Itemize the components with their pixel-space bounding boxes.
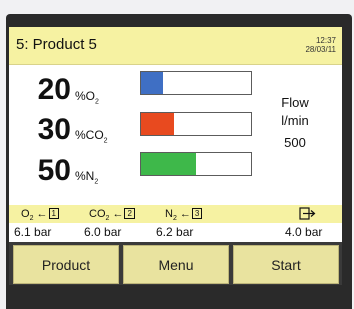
n2-value: 50 [37, 154, 71, 187]
pressure-outlet: 4.0 bar [285, 225, 323, 239]
date-label: 28/03/11 [305, 45, 336, 54]
pressure-o2: 6.1 bar [14, 225, 52, 239]
port-n2: N2 ← 3 [165, 208, 203, 225]
time-label: 12:37 [315, 36, 336, 45]
port-o2: O2 ← 1 [21, 208, 59, 225]
start-button[interactable]: Start [233, 245, 339, 284]
port-number-box: 1 [48, 208, 59, 219]
n2-level-fill [141, 153, 196, 175]
n2-unit: %N2 [75, 169, 99, 186]
datetime: 12:37 28/03/11 [305, 36, 336, 54]
product-button[interactable]: Product [13, 245, 119, 284]
arrow-left-icon: ← [109, 208, 124, 220]
display-screen: 5: Product 5 12:37 28/03/11 20 %O2 30 %C… [9, 27, 342, 285]
o2-level-fill [141, 72, 163, 94]
pressure-co2: 6.0 bar [84, 225, 122, 239]
pressure-n2: 6.2 bar [156, 225, 194, 239]
co2-value: 30 [37, 113, 71, 146]
product-title: 5: Product 5 [16, 36, 97, 53]
port-co2: CO2 ← 2 [89, 208, 135, 225]
n2-level-bar [140, 152, 252, 176]
port-number-box: 3 [191, 208, 203, 219]
co2-unit: %CO2 [75, 128, 108, 145]
outlet-icon [299, 207, 317, 223]
port-number-box: 2 [124, 208, 135, 219]
co2-level-fill [141, 113, 174, 135]
o2-unit: %O2 [75, 89, 99, 106]
flow-value: 500 [284, 135, 306, 150]
o2-level-bar [140, 71, 252, 95]
flow-label: Flow [281, 95, 309, 110]
o2-value: 20 [37, 73, 71, 106]
arrow-left-icon: ← [176, 208, 191, 220]
co2-level-bar [140, 112, 252, 136]
outlet-arrow-icon [299, 207, 316, 220]
menu-button[interactable]: Menu [123, 245, 229, 284]
arrow-left-icon: ← [33, 208, 48, 220]
header-bar: 5: Product 5 12:37 28/03/11 [9, 27, 342, 65]
flow-unit: l/min [281, 113, 309, 128]
